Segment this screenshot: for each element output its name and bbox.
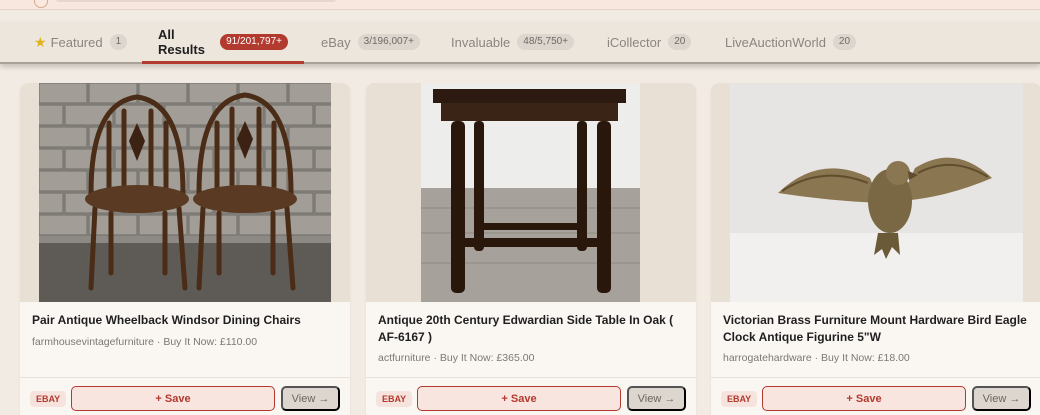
result-card[interactable]: Antique 20th Century Edwardian Side Tabl… bbox=[366, 83, 696, 415]
source-badge: EBAY bbox=[30, 391, 67, 407]
tab-count: 20 bbox=[832, 34, 857, 50]
tab-label: Invaluable bbox=[451, 34, 511, 50]
star-icon: ★ bbox=[34, 33, 47, 50]
listing-title[interactable]: Antique 20th Century Edwardian Side Tabl… bbox=[378, 312, 684, 346]
save-button[interactable]: + Save bbox=[417, 386, 621, 411]
view-button[interactable]: View → bbox=[281, 386, 340, 411]
source-badge: EBAY bbox=[376, 391, 413, 407]
result-card[interactable]: Pair Antique Wheelback Windsor Dining Ch… bbox=[20, 83, 350, 415]
result-card[interactable]: Victorian Brass Furniture Mount Hardware… bbox=[711, 83, 1040, 415]
source-badge: EBAY bbox=[721, 391, 758, 407]
save-button[interactable]: + Save bbox=[762, 386, 966, 411]
tab-label: Featured bbox=[50, 34, 103, 50]
view-button[interactable]: View → bbox=[627, 386, 686, 411]
tab-label: iCollector bbox=[607, 34, 662, 50]
banner-text-clipped bbox=[56, 0, 336, 2]
listing-meta: farmhousevintagefurniture · Buy It Now: … bbox=[32, 336, 258, 348]
listing-meta: actfurniture · Buy It Now: £365.00 bbox=[378, 352, 535, 364]
table-photo bbox=[421, 83, 640, 302]
tab-icollector[interactable]: iCollector 20 bbox=[591, 22, 707, 62]
listing-image[interactable] bbox=[366, 83, 696, 302]
tab-label: eBay bbox=[321, 34, 351, 50]
tab-ebay[interactable]: eBay 3/196,007+ bbox=[305, 22, 436, 62]
tab-all-results[interactable]: All Results 91/201,797+ bbox=[142, 22, 304, 64]
tab-liveauctionworld[interactable]: LiveAuctionWorld 20 bbox=[709, 22, 872, 62]
tab-count: 1 bbox=[109, 34, 128, 50]
eagle-photo bbox=[730, 83, 1023, 302]
listing-meta: harrogatehardware · Buy It Now: £18.00 bbox=[723, 352, 910, 364]
listing-image[interactable] bbox=[20, 83, 350, 302]
results-tab-bar: ★ Featured 1 All Results 91/201,797+ eBa… bbox=[0, 22, 1040, 64]
tab-label: All Results bbox=[158, 27, 205, 57]
card-divider bbox=[366, 377, 696, 378]
tab-count: 48/5,750+ bbox=[517, 34, 575, 50]
tab-invaluable[interactable]: Invaluable 48/5,750+ bbox=[435, 22, 590, 62]
chairs-photo bbox=[39, 83, 331, 302]
listing-title[interactable]: Pair Antique Wheelback Windsor Dining Ch… bbox=[32, 312, 338, 329]
save-button[interactable]: + Save bbox=[71, 386, 275, 411]
top-banner bbox=[0, 0, 1040, 10]
card-divider bbox=[20, 377, 350, 378]
info-icon bbox=[34, 0, 48, 8]
card-divider bbox=[711, 377, 1040, 378]
tab-count: 3/196,007+ bbox=[357, 34, 420, 50]
view-button[interactable]: View → bbox=[972, 386, 1031, 411]
listing-title[interactable]: Victorian Brass Furniture Mount Hardware… bbox=[723, 312, 1029, 346]
tab-count: 91/201,797+ bbox=[220, 34, 288, 50]
tab-featured[interactable]: ★ Featured 1 bbox=[18, 22, 143, 62]
tab-count: 20 bbox=[668, 34, 692, 50]
tab-label: LiveAuctionWorld bbox=[725, 34, 826, 50]
listing-image[interactable] bbox=[711, 83, 1040, 302]
